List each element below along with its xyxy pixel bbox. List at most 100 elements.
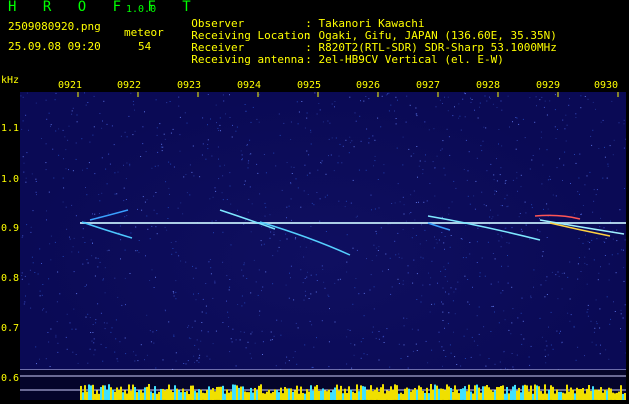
noise-dot: [87, 168, 88, 169]
signal-level-bar: [306, 389, 308, 400]
signal-level-bar: [594, 389, 596, 400]
noise-dot: [594, 328, 595, 329]
noise-dot: [349, 152, 350, 153]
noise-dot: [107, 250, 108, 251]
noise-dot: [176, 252, 177, 253]
noise-dot: [220, 166, 221, 167]
signal-level-bar: [146, 387, 148, 400]
noise-dot: [408, 265, 409, 266]
signal-level-bar: [428, 393, 430, 400]
noise-dot: [105, 328, 106, 329]
noise-dot: [354, 344, 355, 345]
noise-dot: [87, 102, 88, 103]
noise-dot: [327, 121, 328, 122]
noise-dot: [266, 172, 267, 173]
noise-dot: [490, 164, 491, 165]
noise-dot: [57, 352, 58, 353]
noise-dot: [262, 331, 263, 332]
noise-dot: [445, 236, 446, 237]
noise-dot: [579, 154, 580, 155]
noise-dot: [422, 285, 423, 286]
noise-dot: [141, 344, 142, 345]
noise-dot: [318, 103, 319, 104]
noise-dot: [183, 176, 184, 177]
noise-dot: [581, 271, 582, 272]
noise-dot: [529, 365, 530, 366]
noise-dot: [517, 140, 518, 141]
noise-dot: [567, 313, 568, 314]
signal-level-bar: [534, 384, 536, 400]
noise-dot: [454, 356, 455, 357]
noise-dot: [151, 168, 152, 169]
noise-dot: [512, 308, 513, 309]
noise-dot: [228, 317, 229, 318]
noise-dot: [112, 327, 113, 328]
noise-dot: [587, 312, 588, 313]
noise-dot: [349, 97, 350, 98]
signal-level-bar: [148, 384, 150, 400]
signal-level-bar: [392, 390, 394, 400]
noise-dot: [280, 335, 281, 336]
noise-dot: [416, 113, 417, 114]
noise-dot: [461, 130, 462, 131]
signal-level-bar: [440, 389, 442, 400]
noise-dot: [441, 302, 442, 303]
noise-dot: [178, 208, 179, 209]
noise-dot: [55, 99, 56, 100]
signal-level-bar: [400, 393, 402, 400]
noise-dot: [165, 181, 166, 182]
noise-dot: [594, 332, 595, 333]
noise-dot: [339, 156, 340, 157]
noise-dot: [323, 282, 324, 283]
noise-dot: [276, 320, 277, 321]
noise-dot: [505, 181, 506, 182]
noise-dot: [178, 106, 179, 107]
noise-dot: [364, 315, 365, 316]
noise-dot: [403, 197, 404, 198]
signal-level-bar: [580, 389, 582, 400]
noise-dot: [202, 117, 203, 118]
noise-dot: [103, 101, 104, 102]
noise-dot: [541, 132, 542, 133]
noise-dot: [222, 262, 223, 263]
signal-level-bar: [326, 391, 328, 400]
noise-dot: [517, 118, 518, 119]
signal-level-bar: [168, 385, 170, 400]
noise-dot: [285, 234, 286, 235]
signal-level-bar: [500, 386, 502, 400]
noise-dot: [241, 150, 242, 151]
noise-dot: [169, 194, 170, 195]
signal-level-bar: [470, 391, 472, 400]
noise-dot: [449, 207, 450, 208]
noise-dot: [576, 360, 577, 361]
noise-dot: [431, 261, 432, 262]
signal-level-bar: [134, 387, 136, 400]
noise-dot: [354, 287, 355, 288]
noise-dot: [474, 341, 475, 342]
signal-level-bar: [210, 390, 212, 400]
noise-dot: [174, 167, 175, 168]
noise-dot: [155, 226, 156, 227]
noise-dot: [376, 233, 377, 234]
noise-dot: [307, 272, 308, 273]
noise-dot: [291, 220, 292, 221]
noise-dot: [418, 330, 419, 331]
noise-dot: [594, 259, 595, 260]
signal-level-bar: [314, 387, 316, 400]
doppler-streak: [550, 223, 610, 236]
noise-dot: [63, 130, 64, 131]
noise-dot: [125, 304, 126, 305]
spectrogram-waterfall: [20, 92, 626, 370]
noise-dot: [395, 202, 396, 203]
noise-dot: [420, 161, 421, 162]
noise-dot: [374, 308, 375, 309]
noise-dot: [305, 291, 306, 292]
noise-dot: [280, 135, 281, 136]
noise-dot: [176, 361, 177, 362]
noise-dot: [126, 215, 127, 216]
noise-dot: [408, 149, 409, 150]
x-tick: 0927: [416, 80, 440, 91]
noise-dot: [464, 169, 465, 170]
noise-dot: [410, 194, 411, 195]
noise-dot: [286, 357, 287, 358]
